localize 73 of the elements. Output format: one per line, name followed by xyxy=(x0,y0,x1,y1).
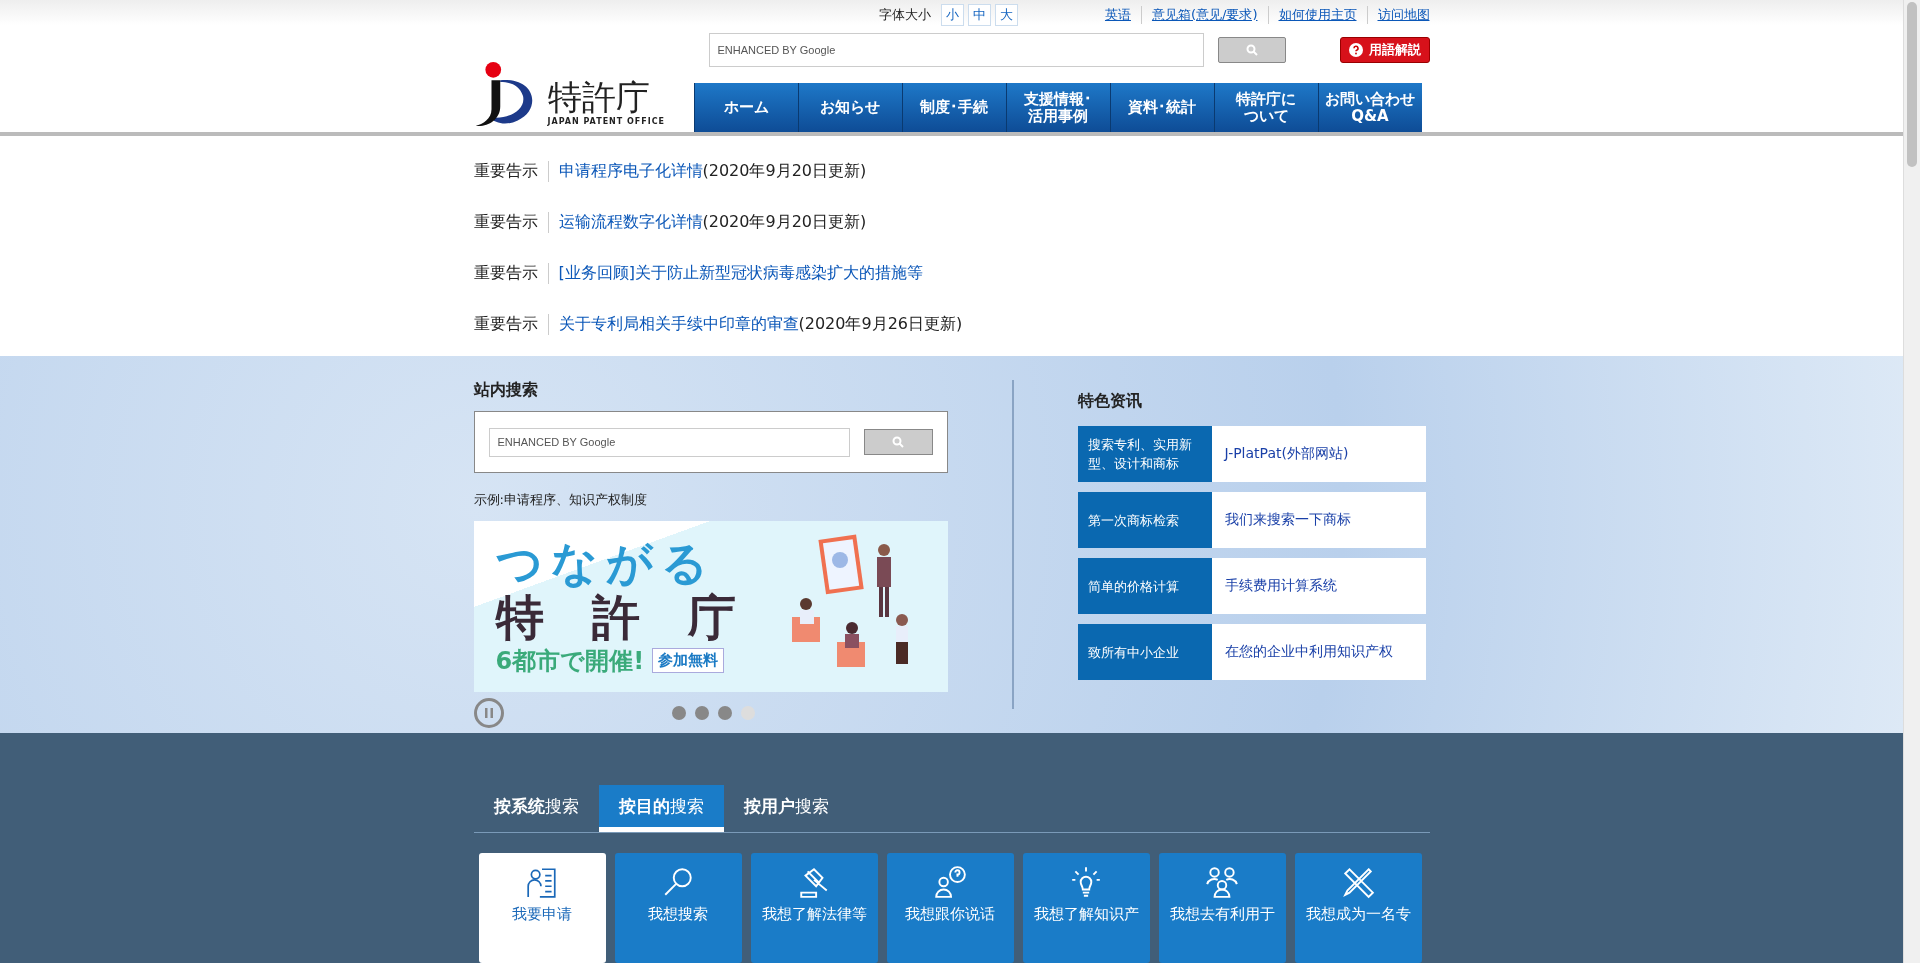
search-icon xyxy=(892,436,904,448)
feature-label: 简单的价格计算 xyxy=(1077,558,1212,614)
purpose-tile[interactable]: 我想搜索 xyxy=(614,853,742,963)
promo-banner[interactable]: つながる 特 許 庁 6都市で開催! 参加無料 xyxy=(473,521,948,692)
banner-subline: 6都市で開催! xyxy=(495,645,645,677)
carousel-dot[interactable] xyxy=(717,706,732,720)
search-button[interactable] xyxy=(1217,37,1286,63)
search-button[interactable] xyxy=(863,429,933,455)
purpose-tile[interactable]: 我想跟你说话 xyxy=(886,853,1014,963)
font-size-label: 字体大小 xyxy=(878,6,931,24)
header-link[interactable]: 如何使用主页 xyxy=(1267,6,1367,24)
section-title: 站内搜索 xyxy=(473,380,539,401)
form-icon xyxy=(525,865,559,899)
nav-tab[interactable]: お問い合わせ Q&A xyxy=(1317,83,1422,132)
purpose-tile[interactable]: 我要申请 xyxy=(478,853,606,963)
notice-tag: 重要告示 xyxy=(473,212,549,233)
search-tab[interactable]: 按目的搜索 xyxy=(598,785,724,832)
question-person-icon xyxy=(933,865,967,899)
search-example: 示例:申请程序、知识产权制度 xyxy=(473,491,648,509)
pause-icon xyxy=(484,708,493,718)
feature-label: 搜索专利、实用新型、设计和商标 xyxy=(1077,426,1212,482)
banner-title: 特 許 庁 xyxy=(495,588,736,645)
pencil-ruler-icon xyxy=(1341,865,1375,899)
notice-date: (2020年9月20日更新) xyxy=(702,212,867,233)
scrollbar[interactable] xyxy=(1903,0,1920,963)
nav-tab[interactable]: 特許庁に ついて xyxy=(1213,83,1318,132)
carousel-dot[interactable] xyxy=(694,706,709,720)
feature-link[interactable]: J-PlatPat(外部网站) xyxy=(1211,426,1426,482)
notice-tag: 重要告示 xyxy=(473,263,549,284)
banner-headline: つながる xyxy=(495,536,717,589)
notice-tag: 重要告示 xyxy=(473,314,549,335)
purpose-tile[interactable]: 我想成为一名专 xyxy=(1294,853,1422,963)
feature-label: 第一次商标检索 xyxy=(1077,492,1212,548)
header-link[interactable]: 意见箱(意见/要求) xyxy=(1140,6,1268,24)
font-size-button[interactable]: 中 xyxy=(967,4,991,26)
feature-label: 致所有中小企业 xyxy=(1077,624,1212,680)
purpose-tile[interactable]: 我想了解知识产 xyxy=(1022,853,1150,963)
section-title: 特色资讯 xyxy=(1077,391,1143,412)
notice-tag: 重要告示 xyxy=(473,161,549,182)
lightbulb-icon xyxy=(1069,865,1103,899)
glossary-button[interactable]: 用語解説 xyxy=(1339,37,1430,63)
notice-date: (2020年9月20日更新) xyxy=(702,161,867,182)
purpose-tile[interactable]: 我想了解法律等 xyxy=(750,853,878,963)
purpose-tile[interactable]: 我想去有利用于 xyxy=(1158,853,1286,963)
search-tab[interactable]: 按用户搜索 xyxy=(723,785,849,832)
notice-date: (2020年9月26日更新) xyxy=(798,314,963,335)
notice-link[interactable]: 关于专利局相关手续中印章的审查 xyxy=(558,314,799,335)
notice-link[interactable]: [业务回顾]关于防止新型冠状病毒感染扩大的措施等 xyxy=(558,263,923,284)
banner-badge: 参加無料 xyxy=(652,648,725,673)
help-icon xyxy=(1348,43,1363,57)
carousel-dot[interactable] xyxy=(671,706,686,720)
search-field[interactable]: ENHANCED BY Google xyxy=(488,427,850,457)
nav-tab[interactable]: 制度･手続 xyxy=(901,83,1006,132)
header-link[interactable]: 英语 xyxy=(1094,6,1141,24)
group-icon xyxy=(1205,865,1239,899)
font-size-button[interactable]: 大 xyxy=(994,4,1018,26)
notice-link[interactable]: 运输流程数字化详情 xyxy=(558,212,703,233)
nav-tab[interactable]: お知らせ xyxy=(797,83,902,132)
notice-link[interactable]: 申请程序电子化详情 xyxy=(558,161,703,182)
feature-link[interactable]: 我们来搜索一下商标 xyxy=(1211,492,1426,548)
search-icon xyxy=(1245,44,1258,56)
feature-link[interactable]: 在您的企业中利用知识产权 xyxy=(1211,624,1426,680)
header-link[interactable]: 访问地图 xyxy=(1366,6,1430,24)
nav-tab[interactable]: 支援情報･ 活用事例 xyxy=(1005,83,1110,132)
logo-subtitle: JAPAN PATENT OFFICE xyxy=(547,117,666,126)
font-size-button[interactable]: 小 xyxy=(940,4,964,26)
pause-button[interactable] xyxy=(473,698,504,728)
search-field[interactable]: ENHANCED BY Google xyxy=(708,33,1204,67)
nav-tab[interactable]: ホーム xyxy=(693,83,798,132)
feature-link[interactable]: 手续费用计算系统 xyxy=(1211,558,1426,614)
logo-title: 特許庁 xyxy=(547,77,651,117)
search-tab[interactable]: 按系统搜索 xyxy=(473,785,599,832)
nav-tab[interactable]: 資料･統計 xyxy=(1109,83,1214,132)
